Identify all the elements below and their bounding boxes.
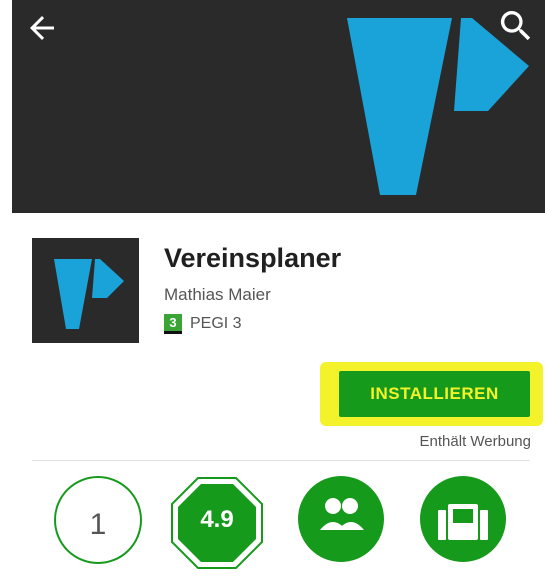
developer-link[interactable]: Mathias Maier [164,285,271,305]
pegi-icon: 3 [164,314,182,334]
contains-ads-note: Enthält Werbung [419,433,531,450]
similar-apps-icon [438,504,488,540]
downloads-badge[interactable]: 1 [54,476,142,564]
rating-value: 4.9 [200,506,234,533]
divider [32,460,530,461]
similar-apps-badge[interactable] [420,476,506,562]
app-icon [32,238,139,343]
feature-graphic [12,0,545,213]
downloads-count: 1 [89,508,107,541]
install-button[interactable]: INSTALLIEREN [339,371,530,417]
rating-badge[interactable]: 4.9 [170,476,270,576]
back-arrow-icon[interactable] [24,10,60,46]
content-rating: 3 PEGI 3 [164,313,242,335]
search-icon[interactable] [496,6,536,46]
app-logo-icon [54,259,124,329]
app-logo-large [347,18,529,195]
app-title: Vereinsplaner [164,243,342,273]
pegi-label: PEGI 3 [190,315,242,332]
family-badge[interactable] [298,476,384,562]
people-icon [320,498,364,530]
